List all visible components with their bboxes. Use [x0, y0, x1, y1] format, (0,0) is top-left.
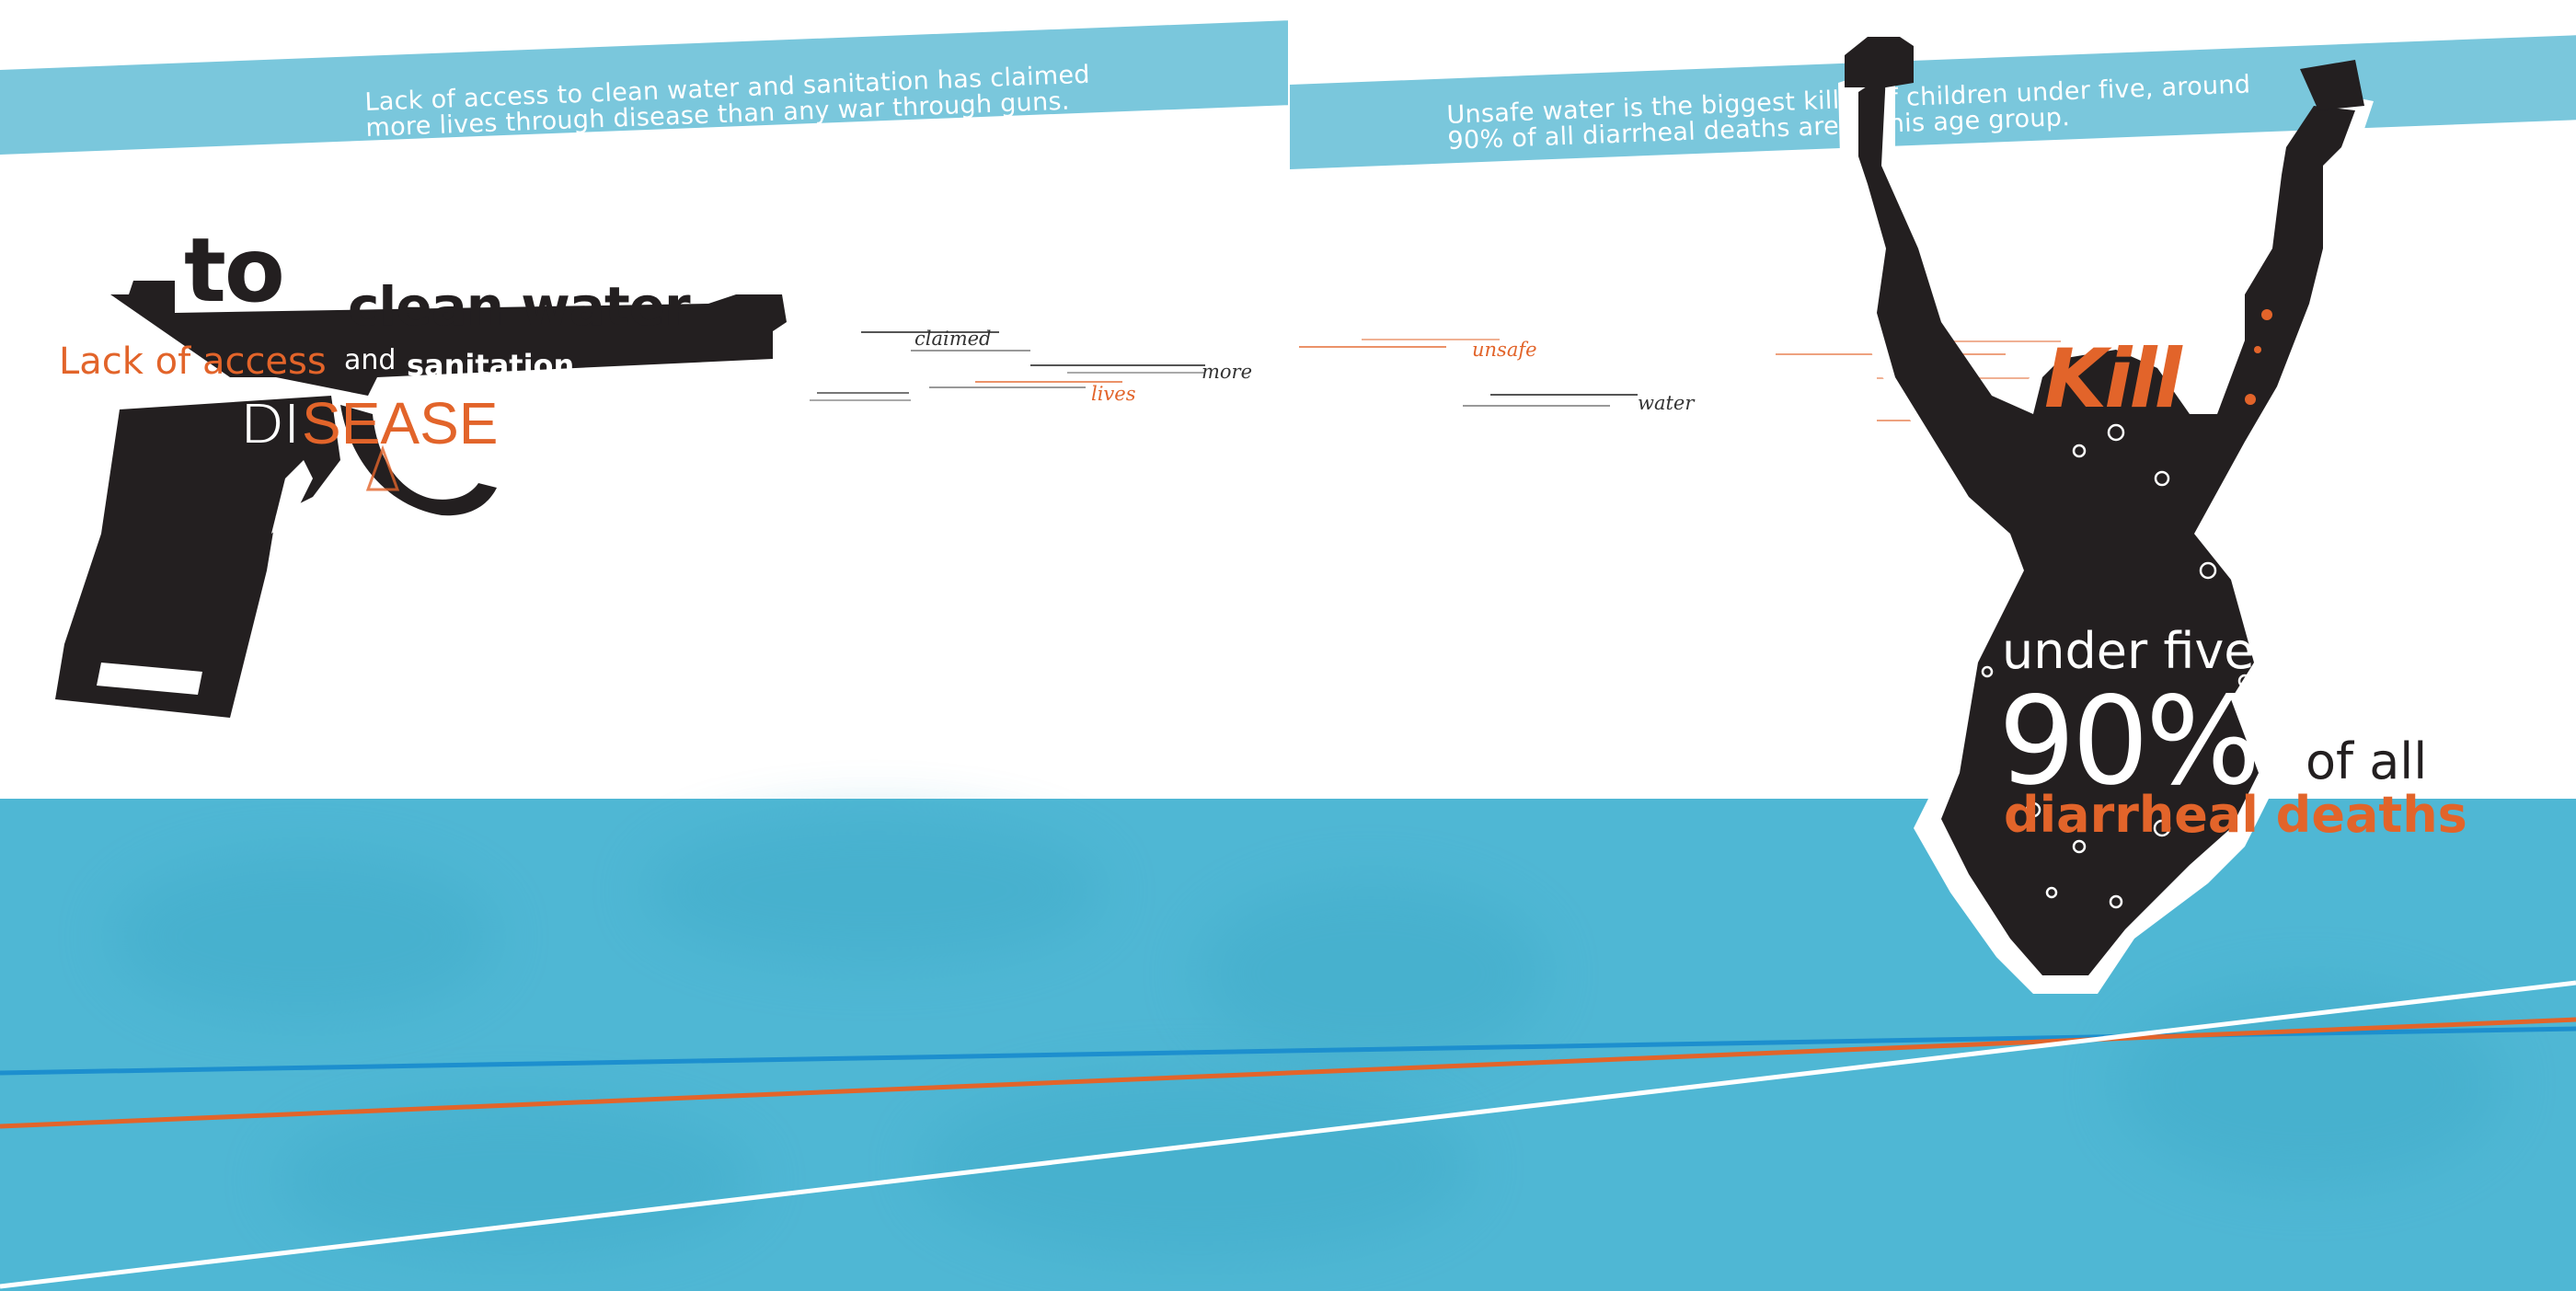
gun-word-sanitation: sanitation — [407, 348, 575, 383]
figure-word-of-all: of all — [2306, 732, 2428, 790]
speed-word-lives: lives — [1091, 383, 1136, 405]
speed-word-water: water — [1638, 392, 1695, 414]
gun-word-di: DI — [240, 390, 301, 456]
child-silhouette — [1838, 37, 2374, 994]
gun-word-clean-water: clean water — [348, 275, 691, 338]
speed-word-more: more — [1202, 361, 1253, 383]
poster: Lack of access to clean water and sanita… — [0, 0, 2576, 1291]
figure-word-kill: Kill — [2044, 331, 2182, 426]
gun-word-to: to — [184, 219, 285, 322]
figure-word-under-five: under five — [2002, 622, 2255, 680]
gun-word-lack-of-access: Lack of access — [59, 340, 327, 383]
speed-word-unsafe: unsafe — [1472, 339, 1537, 361]
speed-word-claimed: claimed — [914, 328, 992, 350]
figure-word-diarrheal-deaths: diarrheal deaths — [2004, 786, 2467, 844]
figure-word-percent: 90% — [1998, 671, 2260, 813]
gun-word-and: and — [344, 344, 397, 376]
gun-word-sease: SEASE — [302, 390, 499, 456]
splatter-dots — [2245, 309, 2272, 405]
